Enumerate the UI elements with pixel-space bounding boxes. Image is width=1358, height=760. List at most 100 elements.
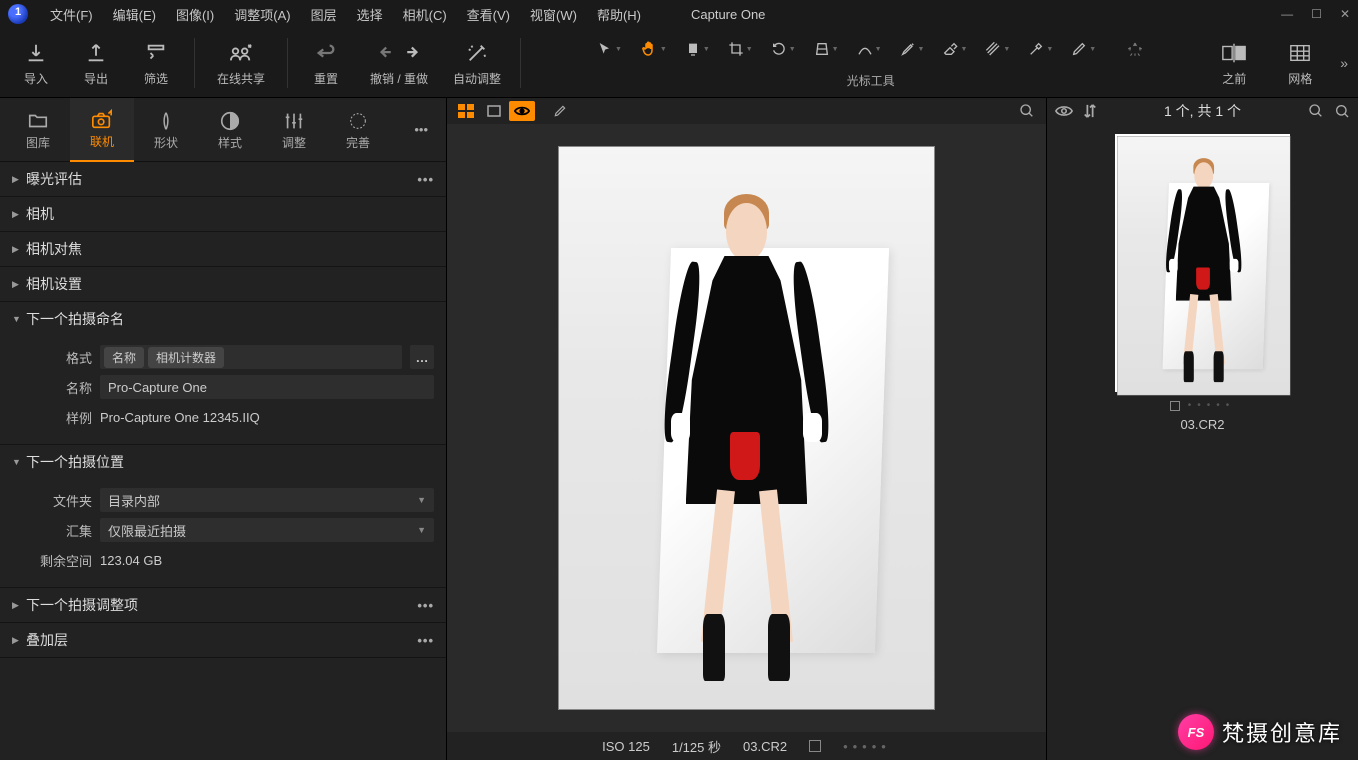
tab-refine[interactable]: 完善 [326, 98, 390, 162]
menu-layer[interactable]: 图层 [301, 1, 347, 28]
menu-window[interactable]: 视窗(W) [520, 1, 587, 28]
tab-tether[interactable]: 联机 [70, 98, 134, 162]
view-annotation-icon[interactable] [547, 101, 573, 121]
cursor-spot-tool[interactable]: ▼ [851, 37, 888, 61]
menu-file[interactable]: 文件(F) [40, 1, 103, 28]
before-after-icon [1221, 38, 1247, 68]
menu-image[interactable]: 图像(I) [166, 1, 224, 28]
tab-library[interactable]: 图库 [6, 98, 70, 162]
tab-adjust[interactable]: 调整 [262, 98, 326, 162]
import-icon [25, 38, 47, 68]
menu-adjust[interactable]: 调整项(A) [224, 1, 300, 28]
menu-view[interactable]: 查看(V) [457, 1, 520, 28]
token-counter: 相机计数器 [148, 347, 224, 368]
main-image [558, 146, 935, 710]
name-input[interactable] [100, 375, 434, 399]
view-single-icon[interactable] [481, 101, 507, 121]
folder-select[interactable]: 目录内部 ▼ [100, 488, 434, 512]
section-next-capture-adjust[interactable]: ▶ 下一个拍摄调整项 ••• [0, 588, 446, 622]
cursor-keystone-tool[interactable]: ▼ [808, 37, 845, 61]
thumbnail[interactable] [1115, 134, 1290, 392]
view-multi-icon[interactable] [453, 101, 479, 121]
format-options-button[interactable]: … [410, 345, 434, 369]
filter-button[interactable]: 筛选 [130, 33, 182, 93]
reset-icon [315, 38, 337, 68]
collection-select[interactable]: 仅限最近拍摄 ▼ [100, 518, 434, 542]
sample-label: 样例 [12, 408, 92, 427]
window-maximize-icon[interactable]: ☐ [1311, 7, 1322, 21]
auto-adjust-button[interactable]: 自动调整 [446, 33, 508, 93]
sort-icon[interactable] [1083, 103, 1097, 119]
watermark-logo-icon: FS [1178, 714, 1214, 750]
thumb-rating[interactable]: ••••• [1188, 400, 1236, 411]
cursor-eyedropper-tool[interactable]: ▼ [1022, 37, 1059, 61]
naming-format-field[interactable]: 名称 相机计数器 [100, 345, 402, 369]
section-menu-icon[interactable]: ••• [417, 633, 434, 648]
cursor-gradient-tool[interactable]: ▼ [979, 37, 1016, 61]
chevron-right-icon: ▶ [12, 279, 26, 290]
reset-button[interactable]: 重置 [300, 33, 352, 93]
app-name: Capture One [691, 7, 765, 22]
view-proof-icon[interactable] [509, 101, 535, 121]
window-minimize-icon[interactable]: — [1281, 7, 1293, 21]
free-space-label: 剩余空间 [12, 551, 92, 570]
tab-shape[interactable]: 形状 [134, 98, 198, 162]
cursor-annotate-tool[interactable]: ▼ [1065, 37, 1102, 61]
zoom-icon[interactable] [1014, 101, 1040, 121]
menu-edit[interactable]: 编辑(E) [103, 1, 166, 28]
undo-redo-button[interactable]: 撤销 / 重做 [360, 33, 438, 93]
cursor-loupe-tool[interactable]: ▼ [679, 37, 716, 61]
section-next-capture-location[interactable]: ▼ 下一个拍摄位置 [0, 445, 446, 479]
cursor-pan-tool[interactable]: ▼ [634, 36, 673, 62]
title-bar: 文件(F) 编辑(E) 图像(I) 调整项(A) 图层 选择 相机(C) 查看(… [0, 0, 1358, 28]
before-after-button[interactable]: 之前 [1208, 33, 1260, 93]
chevron-right-icon: ▶ [12, 600, 26, 611]
section-menu-icon[interactable]: ••• [417, 598, 434, 613]
menu-select[interactable]: 选择 [347, 1, 393, 28]
browser-search-icon[interactable] [1334, 103, 1350, 119]
chevron-right-icon: ▶ [12, 635, 26, 646]
color-tag-icon[interactable] [809, 740, 821, 752]
refine-icon [347, 108, 369, 134]
toolbar-overflow-icon[interactable]: » [1340, 55, 1348, 71]
cursor-select-tool[interactable]: ▼ [591, 37, 628, 61]
folder-label: 文件夹 [12, 491, 92, 510]
import-button[interactable]: 导入 [10, 33, 62, 93]
export-icon [85, 38, 107, 68]
section-camera[interactable]: ▶ 相机 [0, 197, 446, 231]
chevron-right-icon: ▶ [12, 209, 26, 220]
chevron-down-icon: ▼ [417, 495, 426, 505]
section-exposure-eval[interactable]: ▶ 曝光评估 ••• [0, 162, 446, 196]
name-label: 名称 [12, 378, 92, 397]
watermark-text: 梵摄创意库 [1222, 716, 1342, 748]
sample-value: Pro-Capture One 12345.IIQ [100, 410, 434, 425]
rating-dots[interactable]: ••••• [843, 739, 891, 754]
undo-redo-icon [377, 38, 421, 68]
shape-icon [156, 108, 176, 134]
menu-help[interactable]: 帮助(H) [587, 1, 651, 28]
grid-button[interactable]: 网格 [1274, 33, 1326, 93]
section-camera-settings[interactable]: ▶ 相机设置 [0, 267, 446, 301]
cursor-brush-tool[interactable]: ▼ [894, 37, 931, 61]
folder-icon [27, 108, 49, 134]
section-next-capture-naming[interactable]: ▼ 下一个拍摄命名 [0, 302, 446, 336]
window-close-icon[interactable]: ✕ [1340, 7, 1350, 21]
thumb-color-tag-icon[interactable] [1170, 401, 1180, 411]
tab-overflow-icon[interactable]: ••• [402, 122, 440, 137]
menu-camera[interactable]: 相机(C) [393, 1, 457, 28]
wand-icon [466, 38, 488, 68]
cursor-eraser-tool[interactable]: ▼ [936, 37, 973, 61]
live-share-button[interactable]: 在线共享 [207, 33, 275, 93]
section-menu-icon[interactable]: ••• [417, 172, 434, 187]
cursor-crop-tool[interactable]: ▼ [722, 37, 759, 61]
cursor-rotate-tool[interactable]: ▼ [765, 37, 802, 61]
browser-zoom-icon[interactable] [1308, 103, 1324, 119]
export-button[interactable]: 导出 [70, 33, 122, 93]
visibility-icon[interactable] [1055, 104, 1073, 118]
format-label: 格式 [12, 348, 92, 367]
tab-style[interactable]: 样式 [198, 98, 262, 162]
section-overlay[interactable]: ▶ 叠加层 ••• [0, 623, 446, 657]
section-camera-focus[interactable]: ▶ 相机对焦 [0, 232, 446, 266]
viewer-canvas[interactable] [447, 124, 1046, 732]
cursor-overlay-tool[interactable] [1120, 36, 1150, 62]
